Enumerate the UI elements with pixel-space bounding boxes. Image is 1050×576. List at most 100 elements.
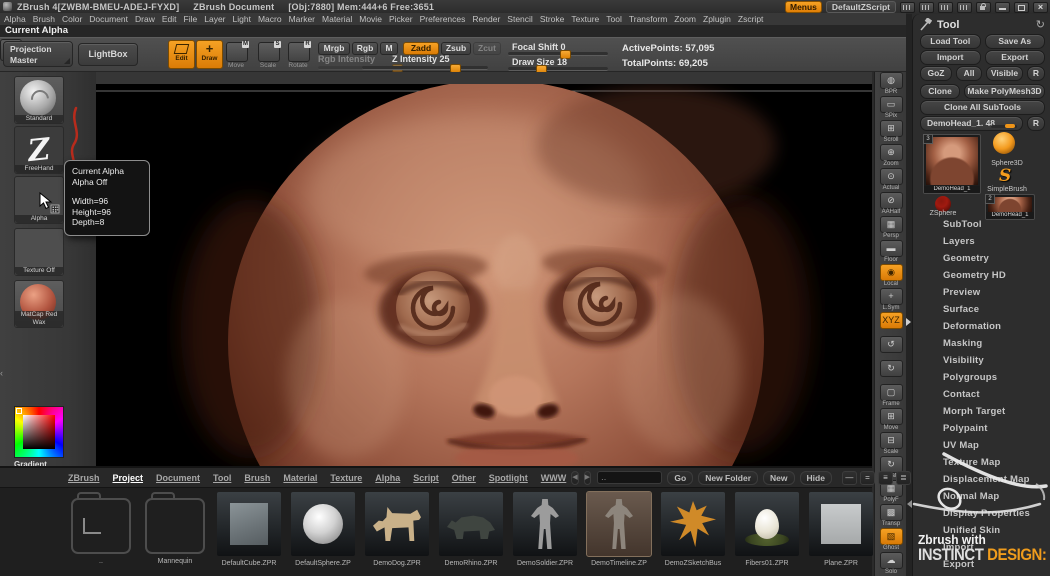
right-shelf-button[interactable]: ▧ Ghost bbox=[875, 528, 907, 552]
visible-button[interactable]: Visible bbox=[986, 66, 1023, 81]
divider-left-icon[interactable] bbox=[900, 1, 915, 13]
clone-button[interactable]: Clone bbox=[920, 84, 960, 99]
load-tool-button[interactable]: Load Tool bbox=[920, 34, 981, 49]
tool-r-button[interactable]: R bbox=[1027, 116, 1045, 131]
lightbox-tab[interactable]: Document bbox=[156, 473, 200, 483]
subpalette-item[interactable]: Unified Skin bbox=[913, 522, 1050, 539]
menu-item[interactable]: Edit bbox=[162, 14, 177, 24]
file-item[interactable]: DefaultSphere.ZP bbox=[286, 492, 360, 567]
right-shelf-button[interactable]: + L.Sym bbox=[875, 288, 907, 312]
file-item[interactable]: DemoRhino.ZPR bbox=[434, 492, 508, 567]
subpalette-item[interactable]: Texture Map bbox=[913, 454, 1050, 471]
menu-item[interactable]: Transform bbox=[629, 14, 667, 24]
menu-item[interactable]: Stencil bbox=[507, 14, 533, 24]
hide-button[interactable]: Hide bbox=[799, 470, 832, 485]
right-shelf-button[interactable]: ▩ Transp bbox=[875, 504, 907, 528]
menu-item[interactable]: Zplugin bbox=[703, 14, 731, 24]
lock-icon[interactable] bbox=[976, 1, 991, 13]
thumbnail-size-button[interactable]: = bbox=[859, 470, 875, 485]
save-as-button[interactable]: Save As bbox=[984, 34, 1045, 49]
subpalette-item[interactable]: Surface bbox=[913, 301, 1050, 318]
import-button[interactable]: Import bbox=[920, 50, 981, 65]
menu-item[interactable]: Macro bbox=[258, 14, 282, 24]
right-shelf-button[interactable]: ☁ Solo bbox=[875, 552, 907, 576]
subpalette-item[interactable]: Masking bbox=[913, 335, 1050, 352]
lightbox-tab[interactable]: Alpha bbox=[375, 473, 400, 483]
right-shelf-button[interactable]: ⊞ Scroll bbox=[875, 120, 907, 144]
menu-item[interactable]: Zscript bbox=[738, 14, 764, 24]
current-alpha-thumbnail[interactable]: Alpha bbox=[14, 176, 64, 224]
sphere3d-tool[interactable] bbox=[993, 132, 1019, 158]
file-item[interactable]: DemoDog.ZPR bbox=[360, 492, 434, 567]
subpalette-item[interactable]: Polypaint bbox=[913, 420, 1050, 437]
menu-item[interactable]: Marker bbox=[289, 14, 315, 24]
rotate-gyro-button[interactable]: R bbox=[288, 41, 311, 62]
current-material-thumbnail[interactable]: MatCap Red Wax bbox=[14, 280, 64, 328]
sculpt-viewport[interactable] bbox=[96, 84, 872, 466]
right-shelf-button[interactable]: ▢ Frame bbox=[875, 384, 907, 408]
right-shelf-button[interactable]: ⊟ Scale bbox=[875, 432, 907, 456]
thumbnail-size-button[interactable]: ≣ bbox=[895, 470, 911, 485]
draw-size-slider[interactable] bbox=[508, 65, 608, 74]
paste-doc-icon[interactable] bbox=[957, 1, 972, 13]
file-item[interactable]: DemoSoldier.ZPR bbox=[508, 492, 582, 567]
scale-gyro-button[interactable]: S bbox=[258, 41, 281, 62]
subpalette-item[interactable]: Morph Target bbox=[913, 403, 1050, 420]
subpalette-item[interactable]: Deformation bbox=[913, 318, 1050, 335]
menus-button[interactable]: Menus bbox=[784, 1, 822, 13]
subpalette-item[interactable]: Displacement Map bbox=[913, 471, 1050, 488]
move-gyro-button[interactable]: M bbox=[226, 41, 249, 62]
menu-item[interactable]: File bbox=[184, 14, 198, 24]
z-intensity-slider[interactable] bbox=[362, 64, 488, 73]
menu-item[interactable]: Alpha bbox=[4, 14, 26, 24]
go-button[interactable]: Go bbox=[667, 470, 694, 485]
minimize-button[interactable] bbox=[995, 1, 1010, 13]
right-shelf-button[interactable]: XYZ bbox=[875, 312, 907, 336]
lightbox-tab[interactable]: Material bbox=[283, 473, 317, 483]
divider-arrow-right[interactable] bbox=[906, 318, 911, 326]
divider-right-icon[interactable] bbox=[919, 1, 934, 13]
right-shelf-button[interactable]: ◍ BPR bbox=[875, 72, 907, 96]
file-item[interactable]: DefaultCube.ZPR bbox=[212, 492, 286, 567]
tray-forward-button[interactable]: ▶ bbox=[583, 470, 592, 485]
file-item[interactable]: DemoZSketchBus bbox=[656, 492, 730, 567]
lightbox-tab[interactable]: Project bbox=[113, 473, 144, 483]
right-shelf-button[interactable]: ▬ Floor bbox=[875, 240, 907, 264]
current-texture-thumbnail[interactable]: Texture Off bbox=[14, 228, 64, 276]
goz-r-button[interactable]: R bbox=[1027, 66, 1045, 81]
subpalette-item[interactable]: SubTool bbox=[913, 216, 1050, 233]
subpalette-item[interactable]: Contact bbox=[913, 386, 1050, 403]
lightbox-tab[interactable]: Texture bbox=[330, 473, 362, 483]
right-shelf-button[interactable]: ⊞ Move bbox=[875, 408, 907, 432]
right-shelf-button[interactable]: ↻ bbox=[875, 360, 907, 384]
subpalette-item[interactable]: Import bbox=[913, 539, 1050, 556]
goz-button[interactable]: GoZ bbox=[920, 66, 952, 81]
subpalette-item[interactable]: Polygroups bbox=[913, 369, 1050, 386]
right-shelf-button[interactable]: ▦ Persp bbox=[875, 216, 907, 240]
file-item[interactable]: Plane.ZPR bbox=[804, 492, 878, 567]
subpalette-item[interactable]: Geometry HD bbox=[913, 267, 1050, 284]
file-item[interactable]: Mannequin bbox=[138, 492, 212, 567]
right-shelf-button[interactable]: ◉ Local bbox=[875, 264, 907, 288]
restore-button[interactable] bbox=[1014, 1, 1029, 13]
lightbox-tab[interactable]: ZBrush bbox=[68, 473, 100, 483]
subpalette-item[interactable]: Display Properties bbox=[913, 505, 1050, 522]
menu-item[interactable]: Draw bbox=[135, 14, 155, 24]
lightbox-tab[interactable]: WWW bbox=[541, 473, 566, 483]
left-divider-arrow[interactable]: ‹ bbox=[0, 368, 3, 378]
all-button[interactable]: All bbox=[956, 66, 982, 81]
right-shelf-button[interactable]: ▭ SPix bbox=[875, 96, 907, 120]
right-shelf-button[interactable]: ↺ bbox=[875, 336, 907, 360]
thumbnail-size-button[interactable]: ≡ bbox=[877, 470, 893, 485]
lightbox-tab[interactable]: Script bbox=[413, 473, 439, 483]
new-button[interactable]: New bbox=[763, 470, 795, 485]
focal-shift-slider[interactable] bbox=[508, 50, 608, 59]
tray-back-button[interactable]: ◀ bbox=[571, 470, 579, 485]
color-picker[interactable] bbox=[14, 406, 64, 458]
menu-item[interactable]: Render bbox=[472, 14, 500, 24]
export-button[interactable]: Export bbox=[984, 50, 1045, 65]
tool-palette-header[interactable]: Tool ↻ bbox=[919, 17, 1045, 32]
subpalette-item[interactable]: Visibility bbox=[913, 352, 1050, 369]
lightbox-tab[interactable]: Brush bbox=[244, 473, 270, 483]
file-item[interactable]: .. bbox=[64, 492, 138, 567]
